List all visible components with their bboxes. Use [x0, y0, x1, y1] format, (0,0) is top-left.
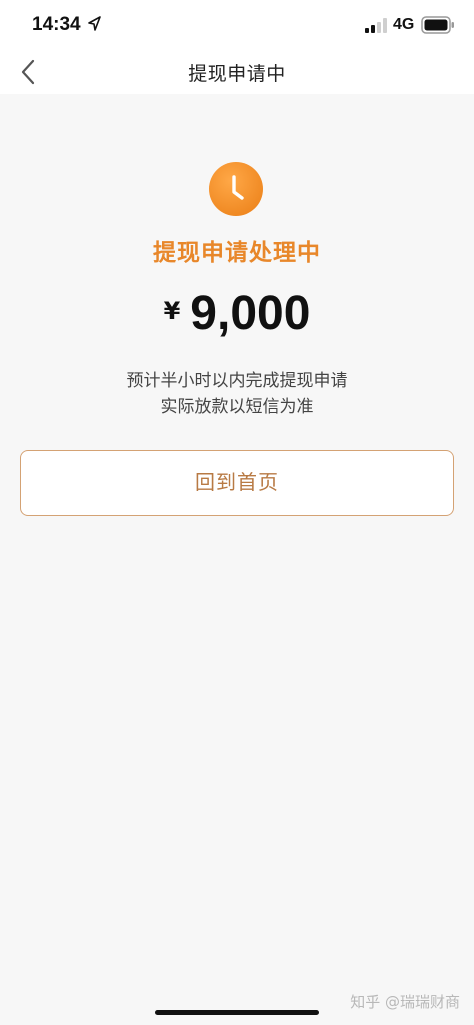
clock-icon [209, 162, 263, 216]
watermark: 知乎 @瑞瑞财商 [350, 993, 460, 1011]
currency-symbol: ¥ [163, 297, 181, 325]
amount-row: ¥9,000 [0, 286, 474, 341]
main-content: 提现申请处理中 ¥9,000 预计半小时以内完成提现申请 实际放款以短信为准 回… [0, 94, 474, 1025]
description-line-2: 实际放款以短信为准 [160, 397, 314, 417]
withdrawal-amount: 9,000 [190, 287, 311, 340]
home-indicator[interactable] [155, 1010, 319, 1015]
status-bar: 14:34 4G [0, 0, 474, 50]
navigation-bar: 提现申请中 [0, 50, 474, 94]
location-arrow-icon [88, 16, 101, 31]
status-title: 提现申请处理中 [153, 240, 321, 266]
signal-bars-icon [365, 18, 387, 33]
screen: 14:34 4G 提现申请中 提现申请处理中 ¥ 9,000 预计半小时以内完成… [0, 0, 474, 1025]
back-to-home-button[interactable]: 回到首页 [20, 450, 454, 516]
status-time: 14:34 [32, 14, 81, 35]
description-line-1: 预计半小时以内完成提现申请 [126, 371, 348, 391]
network-type: 4G [393, 16, 415, 33]
page-title: 提现申请中 [188, 63, 286, 85]
battery-icon [421, 16, 454, 34]
